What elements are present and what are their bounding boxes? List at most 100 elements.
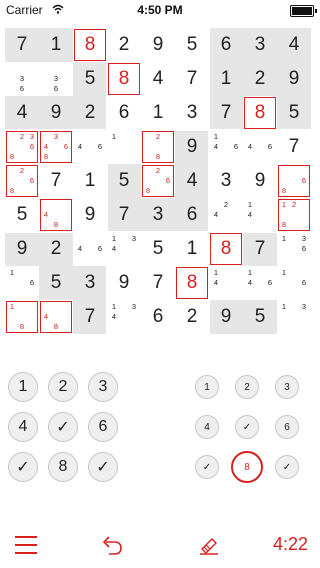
- sudoku-cell[interactable]: 7: [277, 130, 311, 164]
- number-button-2[interactable]: 2: [235, 375, 259, 399]
- sudoku-cell[interactable]: 3: [73, 266, 107, 300]
- number-button-3[interactable]: 3: [88, 372, 118, 402]
- done-check-button[interactable]: ✓: [8, 452, 38, 482]
- sudoku-cell[interactable]: 14: [209, 266, 243, 300]
- sudoku-cell[interactable]: 5: [107, 164, 141, 198]
- sudoku-cell[interactable]: 7: [243, 232, 277, 266]
- sudoku-cell[interactable]: 2: [39, 232, 73, 266]
- pencil-eraser-icon[interactable]: [198, 534, 220, 556]
- sudoku-cell[interactable]: 2: [73, 96, 107, 130]
- sudoku-cell[interactable]: 6: [107, 96, 141, 130]
- number-button-3[interactable]: 3: [275, 375, 299, 399]
- sudoku-cell[interactable]: 9: [73, 198, 107, 232]
- done-check-button[interactable]: ✓: [275, 455, 299, 479]
- sudoku-cell[interactable]: 1: [107, 130, 141, 164]
- sudoku-cell[interactable]: 5: [277, 96, 311, 130]
- sudoku-cell[interactable]: 6: [209, 28, 243, 62]
- sudoku-cell[interactable]: 9: [243, 164, 277, 198]
- undo-icon[interactable]: [100, 534, 124, 556]
- sudoku-cell[interactable]: 12 8: [277, 198, 311, 232]
- sudoku-cell[interactable]: 7: [73, 300, 107, 334]
- sudoku-cell[interactable]: 18: [5, 300, 39, 334]
- sudoku-cell[interactable]: 7: [107, 198, 141, 232]
- done-check-button[interactable]: ✓: [48, 412, 78, 442]
- sudoku-cell[interactable]: 4: [5, 96, 39, 130]
- sudoku-cell[interactable]: 1: [141, 96, 175, 130]
- sudoku-cell[interactable]: 7: [175, 62, 209, 96]
- sudoku-cell[interactable]: 4: [277, 28, 311, 62]
- sudoku-cell[interactable]: 5: [73, 62, 107, 96]
- sudoku-cell[interactable]: 3: [243, 28, 277, 62]
- number-button-2[interactable]: 2: [48, 372, 78, 402]
- sudoku-cell[interactable]: 8: [175, 266, 209, 300]
- number-button-6[interactable]: 6: [275, 415, 299, 439]
- sudoku-cell[interactable]: 9: [5, 232, 39, 266]
- sudoku-cell[interactable]: 8: [209, 232, 243, 266]
- sudoku-cell[interactable]: 6: [175, 198, 209, 232]
- number-button-8[interactable]: 8: [48, 452, 78, 482]
- sudoku-cell[interactable]: 48: [39, 198, 73, 232]
- sudoku-cell[interactable]: 26 8: [141, 164, 175, 198]
- sudoku-cell[interactable]: 1: [175, 232, 209, 266]
- sudoku-cell[interactable]: 236 8: [5, 130, 39, 164]
- done-check-button[interactable]: ✓: [88, 452, 118, 482]
- sudoku-cell[interactable]: 36: [5, 62, 39, 96]
- sudoku-cell[interactable]: 13: [277, 300, 311, 334]
- sudoku-cell[interactable]: 1: [39, 28, 73, 62]
- number-button-6[interactable]: 6: [88, 412, 118, 442]
- sudoku-cell[interactable]: 2: [107, 28, 141, 62]
- sudoku-cell[interactable]: 14: [243, 198, 277, 232]
- sudoku-cell[interactable]: 2: [243, 62, 277, 96]
- sudoku-cell[interactable]: 28: [141, 130, 175, 164]
- menu-icon[interactable]: [15, 536, 37, 554]
- number-button-1[interactable]: 1: [195, 375, 219, 399]
- sudoku-cell[interactable]: 5: [141, 232, 175, 266]
- sudoku-cell[interactable]: 26 8: [5, 164, 39, 198]
- sudoku-cell[interactable]: 48: [39, 300, 73, 334]
- sudoku-cell[interactable]: 3: [141, 198, 175, 232]
- sudoku-cell[interactable]: 4: [141, 62, 175, 96]
- sudoku-cell[interactable]: 9: [107, 266, 141, 300]
- sudoku-cell[interactable]: 8: [73, 28, 107, 62]
- sudoku-cell[interactable]: 1 3 4: [107, 232, 141, 266]
- sudoku-cell[interactable]: 7: [5, 28, 39, 62]
- sudoku-cell[interactable]: 6: [141, 300, 175, 334]
- number-button-4[interactable]: 4: [195, 415, 219, 439]
- sudoku-cell[interactable]: 46: [73, 130, 107, 164]
- sudoku-cell[interactable]: 16: [5, 266, 39, 300]
- sudoku-cell[interactable]: 8: [107, 62, 141, 96]
- sudoku-cell[interactable]: 1 36: [277, 232, 311, 266]
- sudoku-cell[interactable]: 34 6 8: [39, 130, 73, 164]
- sudoku-cell[interactable]: 46: [243, 130, 277, 164]
- sudoku-cell[interactable]: 9: [141, 28, 175, 62]
- done-check-button[interactable]: ✓: [235, 415, 259, 439]
- sudoku-cell[interactable]: 16: [277, 266, 311, 300]
- sudoku-cell[interactable]: 1 3 4: [107, 300, 141, 334]
- sudoku-cell[interactable]: 4: [175, 164, 209, 198]
- sudoku-cell[interactable]: 7: [39, 164, 73, 198]
- sudoku-cell[interactable]: 68: [277, 164, 311, 198]
- number-button-4[interactable]: 4: [8, 412, 38, 442]
- sudoku-cell[interactable]: 8: [243, 96, 277, 130]
- sudoku-cell[interactable]: 7: [141, 266, 175, 300]
- sudoku-cell[interactable]: 9: [175, 130, 209, 164]
- sudoku-cell[interactable]: 24: [209, 198, 243, 232]
- number-button-8[interactable]: 8: [231, 451, 263, 483]
- sudoku-cell[interactable]: 5: [39, 266, 73, 300]
- sudoku-cell[interactable]: 5: [243, 300, 277, 334]
- sudoku-cell[interactable]: 9: [209, 300, 243, 334]
- sudoku-cell[interactable]: 14 6: [209, 130, 243, 164]
- sudoku-cell[interactable]: 1: [73, 164, 107, 198]
- sudoku-cell[interactable]: 14 6: [243, 266, 277, 300]
- number-button-1[interactable]: 1: [8, 372, 38, 402]
- sudoku-cell[interactable]: 5: [175, 28, 209, 62]
- sudoku-cell[interactable]: 3: [209, 164, 243, 198]
- sudoku-cell[interactable]: 36: [39, 62, 73, 96]
- sudoku-cell[interactable]: 46: [73, 232, 107, 266]
- sudoku-cell[interactable]: 7: [209, 96, 243, 130]
- sudoku-cell[interactable]: 9: [39, 96, 73, 130]
- sudoku-cell[interactable]: 1: [209, 62, 243, 96]
- sudoku-cell[interactable]: 5: [5, 198, 39, 232]
- sudoku-cell[interactable]: 3: [175, 96, 209, 130]
- done-check-button[interactable]: ✓: [195, 455, 219, 479]
